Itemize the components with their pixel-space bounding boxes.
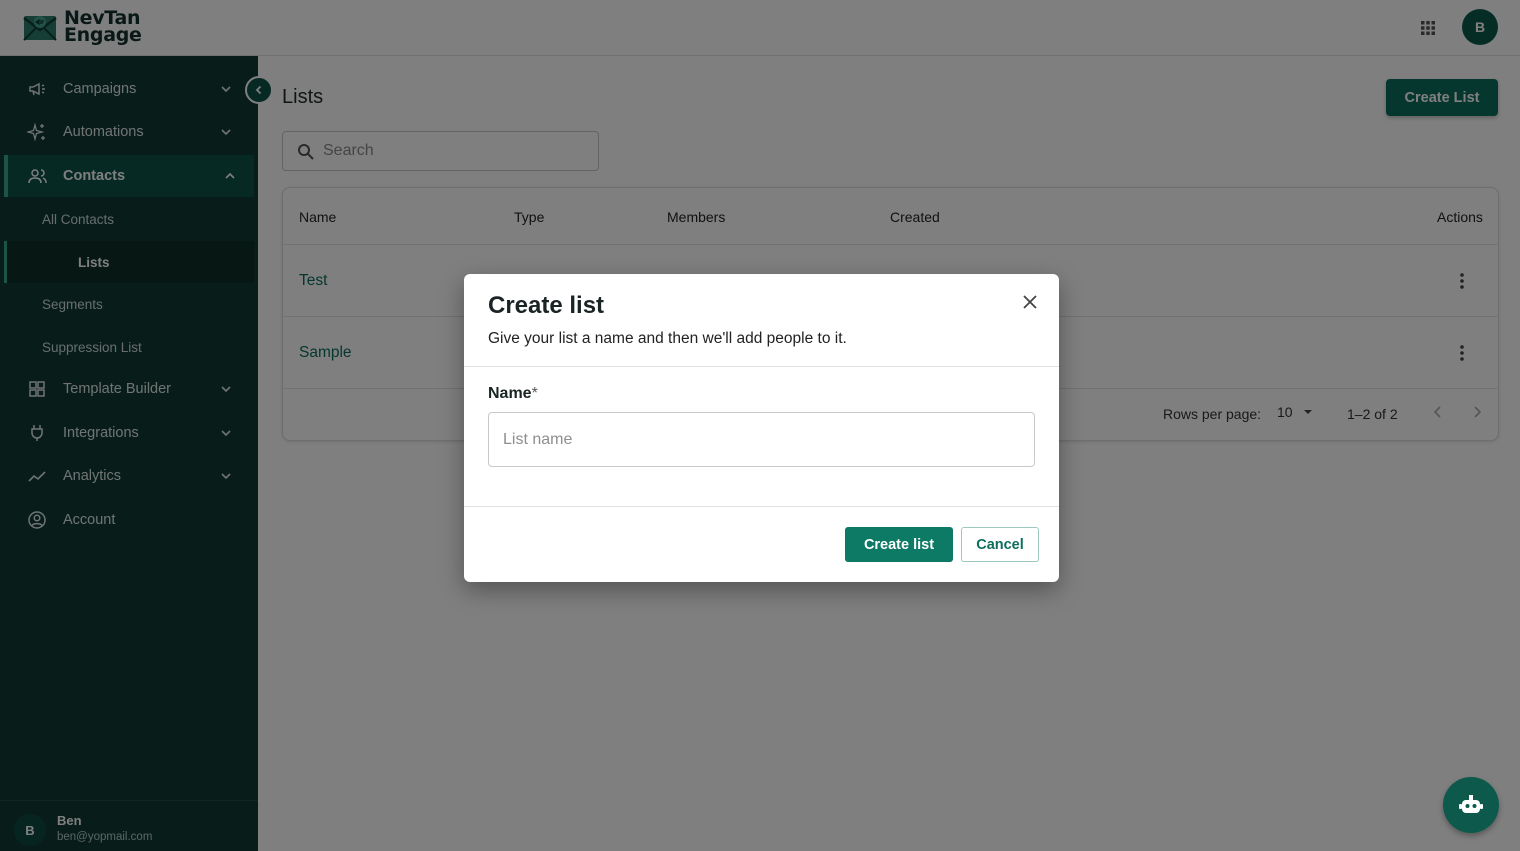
name-field-label: Name* (488, 385, 538, 403)
field-label-text: Name (488, 385, 532, 402)
dialog-title: Create list (488, 292, 605, 319)
dialog-divider (464, 506, 1059, 507)
dialog-subtitle: Give your list a name and then we'll add… (488, 330, 847, 347)
required-marker: * (531, 385, 538, 402)
cancel-button[interactable]: Cancel (961, 527, 1039, 562)
close-icon[interactable] (1021, 293, 1039, 311)
robot-icon (1459, 795, 1483, 813)
create-list-submit-button[interactable]: Create list (845, 527, 953, 562)
create-list-dialog: Create list Give your list a name and th… (464, 274, 1059, 582)
list-name-input[interactable] (488, 412, 1035, 467)
dialog-divider (464, 366, 1059, 367)
chatbot-button[interactable] (1443, 777, 1499, 833)
